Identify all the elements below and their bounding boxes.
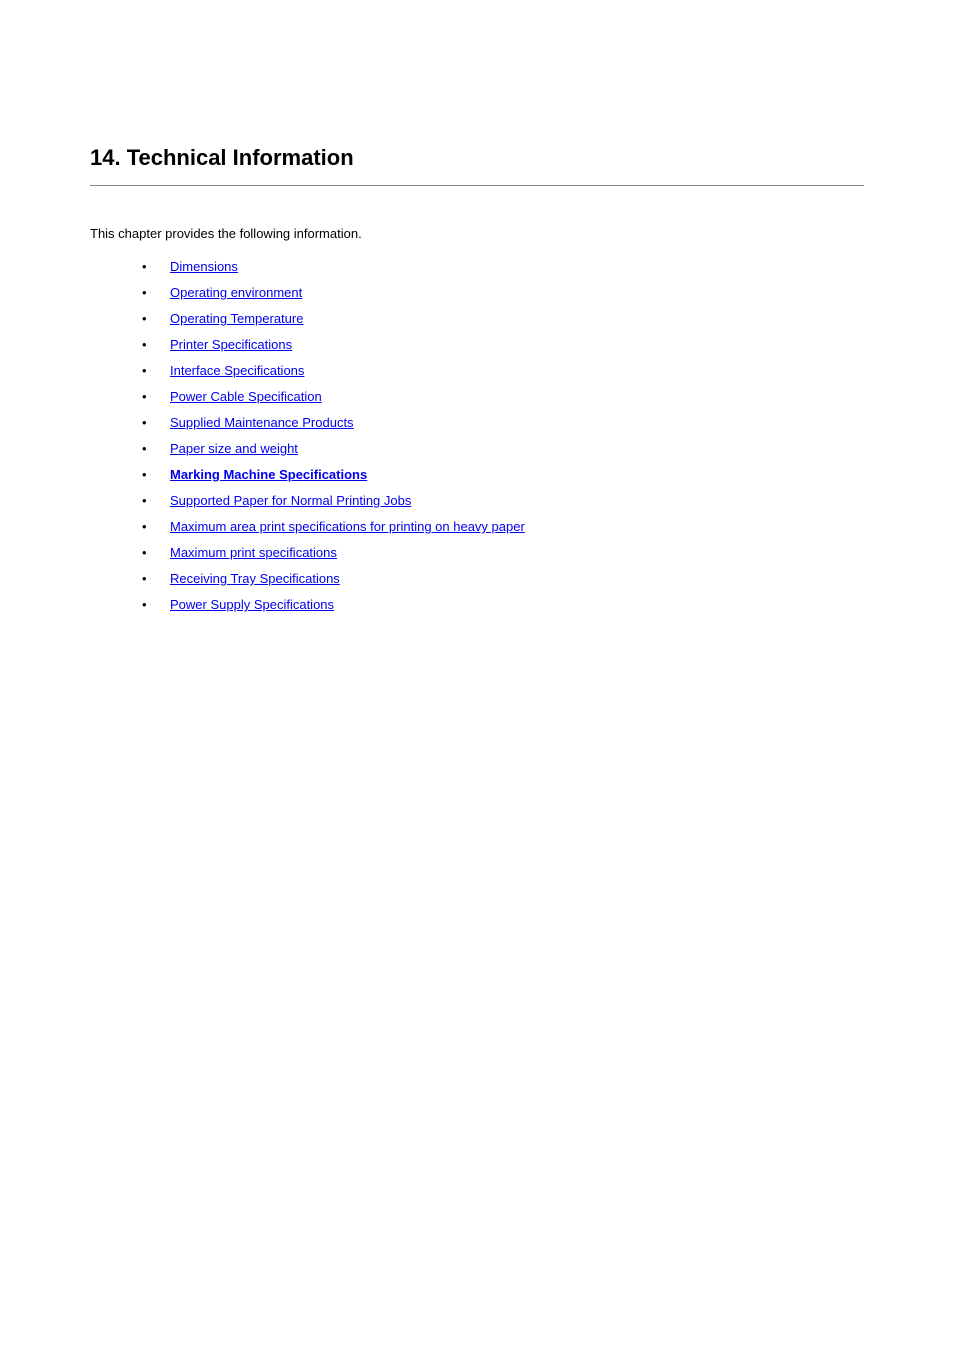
list-item: Power Supply Specifications: [130, 597, 864, 612]
list-item: Maximum print specifications: [130, 545, 864, 560]
toc-link[interactable]: Printer Specifications: [170, 337, 292, 352]
title-divider: [90, 185, 864, 186]
toc-link-current[interactable]: Marking Machine Specifications: [170, 467, 367, 482]
list-item: Printer Specifications: [130, 337, 864, 352]
page-title: 14. Technical Information: [90, 145, 864, 171]
list-item: Receiving Tray Specifications: [130, 571, 864, 586]
intro-text: This chapter provides the following info…: [90, 226, 864, 241]
toc-link[interactable]: Operating Temperature: [170, 311, 303, 326]
list-item: Operating environment: [130, 285, 864, 300]
toc-link[interactable]: Receiving Tray Specifications: [170, 571, 340, 586]
toc-link[interactable]: Maximum print specifications: [170, 545, 337, 560]
list-item: Paper size and weight: [130, 441, 864, 456]
list-item: Supplied Maintenance Products: [130, 415, 864, 430]
toc-link[interactable]: Supported Paper for Normal Printing Jobs: [170, 493, 411, 508]
toc-link[interactable]: Interface Specifications: [170, 363, 304, 378]
list-item: Marking Machine Specifications: [130, 467, 864, 482]
toc-link[interactable]: Maximum area print specifications for pr…: [170, 519, 525, 534]
toc-link[interactable]: Dimensions: [170, 259, 238, 274]
list-item: Maximum area print specifications for pr…: [130, 519, 864, 534]
toc-link[interactable]: Power Cable Specification: [170, 389, 322, 404]
toc-link[interactable]: Supplied Maintenance Products: [170, 415, 354, 430]
list-item: Power Cable Specification: [130, 389, 864, 404]
list-item: Operating Temperature: [130, 311, 864, 326]
list-item: Supported Paper for Normal Printing Jobs: [130, 493, 864, 508]
toc-link[interactable]: Operating environment: [170, 285, 302, 300]
list-item: Dimensions: [130, 259, 864, 274]
toc-link-list: Dimensions Operating environment Operati…: [90, 259, 864, 612]
list-item: Interface Specifications: [130, 363, 864, 378]
toc-link[interactable]: Paper size and weight: [170, 441, 298, 456]
toc-link[interactable]: Power Supply Specifications: [170, 597, 334, 612]
